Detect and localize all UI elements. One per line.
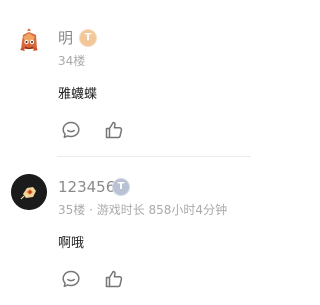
floor-number: 34楼 (58, 54, 86, 68)
reply-button[interactable] (60, 268, 82, 290)
dark-round-avatar-icon (11, 174, 47, 210)
comment-item: 123456 T 35楼 · 游戏时长 858小时4分钟 啊哦 (0, 157, 251, 305)
like-button[interactable] (103, 119, 125, 141)
level-badge-icon: T (113, 179, 129, 195)
avatar[interactable] (11, 174, 47, 210)
like-button[interactable] (103, 268, 125, 290)
comment-item: 明 T 34楼 雅蠛蝶 (0, 0, 251, 156)
cartoon-avatar-icon (11, 23, 47, 59)
username[interactable]: 123456 (58, 177, 115, 197)
username[interactable]: 明 (58, 28, 73, 48)
comment-text: 雅蠛蝶 (58, 87, 98, 102)
floor-and-playtime: 35楼 · 游戏时长 858小时4分钟 (58, 203, 228, 217)
reply-button[interactable] (60, 119, 82, 141)
level-badge-icon: T (80, 30, 96, 46)
thumbs-up-icon (105, 270, 123, 288)
comment-bubble-icon (62, 121, 80, 139)
comment-text: 啊哦 (58, 236, 85, 251)
avatar[interactable] (11, 23, 47, 59)
thumbs-up-icon (105, 121, 123, 139)
comment-bubble-icon (62, 270, 80, 288)
